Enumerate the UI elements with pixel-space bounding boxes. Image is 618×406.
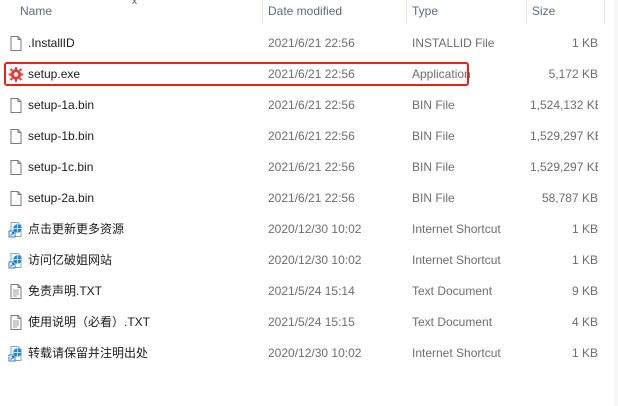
file-type: Text Document — [412, 284, 493, 298]
file-name: 访问亿破姐网站 — [28, 253, 113, 267]
file-date-modified: 2021/5/24 15:14 — [268, 284, 355, 298]
file-row[interactable]: setup-1c.bin 2021/6/21 22:56 BIN File 1,529… — [0, 152, 618, 183]
file-date-modified: 2020/12/30 10:02 — [268, 222, 362, 236]
column-header-size[interactable]: Size — [532, 0, 555, 24]
file-date-modified: 2021/6/21 22:56 — [268, 160, 355, 174]
file-row[interactable]: .InstallID 2021/6/21 22:56 INSTALLID File 1… — [0, 28, 618, 59]
file-name: setup-1c.bin — [28, 160, 94, 174]
file-type: BIN File — [412, 160, 455, 174]
file-date-modified: 2021/6/21 22:56 — [268, 36, 355, 50]
column-header-type[interactable]: Type — [412, 0, 438, 24]
file-name: 免责声明.TXT — [28, 284, 102, 298]
file-row[interactable]: 转载请保留并注明出处 2020/12/30 10:02 Internet Short… — [0, 338, 618, 369]
file-row[interactable]: 访问亿破姐网站 2020/12/30 10:02 Internet Shortcut… — [0, 245, 618, 276]
file-size: 1 KB — [571, 36, 598, 50]
column-header-date-modified[interactable]: Date modified — [268, 0, 342, 24]
file-date-modified: 2021/6/21 22:56 — [268, 129, 355, 143]
file-size: 5,172 KB — [548, 67, 598, 81]
file-row[interactable]: 点击更新更多资源 2020/12/30 10:02 Internet Shortcu… — [0, 214, 618, 245]
file-row[interactable]: 使用说明（必看）.TXT 2021/5/24 15:15 Text Document… — [0, 307, 618, 338]
file-type: BIN File — [412, 191, 455, 205]
file-size: 1,529,297 KB — [530, 129, 598, 143]
file-date-modified: 2021/6/21 22:56 — [268, 98, 355, 112]
document-icon — [8, 190, 24, 207]
sort-indicator-icon: x — [132, 0, 137, 7]
column-divider[interactable] — [526, 0, 527, 24]
vertical-scrollbar[interactable] — [614, 0, 618, 406]
column-divider[interactable] — [604, 0, 605, 24]
internet-shortcut-icon — [8, 252, 24, 269]
file-size: 4 KB — [571, 315, 598, 329]
file-size: 1,524,132 KB — [530, 98, 598, 112]
file-date-modified: 2021/6/21 22:56 — [268, 191, 355, 205]
file-row[interactable]: setup-2a.bin 2021/6/21 22:56 BIN File 58,78… — [0, 183, 618, 214]
file-date-modified: 2021/5/24 15:15 — [268, 315, 355, 329]
file-size: 1 KB — [571, 222, 598, 236]
document-icon — [8, 35, 24, 52]
file-type: Internet Shortcut — [412, 222, 501, 236]
document-icon — [8, 159, 24, 176]
file-row[interactable]: setup-1b.bin 2021/6/21 22:56 BIN File 1,529… — [0, 121, 618, 152]
file-size: 1 KB — [571, 346, 598, 360]
file-name: .InstallID — [28, 36, 75, 50]
file-name: setup-1b.bin — [28, 129, 95, 143]
column-header-row: Name x Date modified Type Size — [0, 0, 618, 24]
file-row[interactable]: 免责声明.TXT 2021/5/24 15:14 Text Document 9 KB — [0, 276, 618, 307]
file-date-modified: 2020/12/30 10:02 — [268, 346, 362, 360]
internet-shortcut-icon — [8, 345, 24, 362]
text-document-icon — [8, 283, 24, 300]
document-icon — [8, 97, 24, 114]
highlight-box — [4, 62, 469, 86]
file-size: 1 KB — [571, 253, 598, 267]
file-size: 1,529,297 KB — [530, 160, 598, 174]
file-size: 58,787 KB — [541, 191, 598, 205]
file-type: BIN File — [412, 129, 455, 143]
file-name: 使用说明（必看）.TXT — [28, 315, 150, 329]
file-date-modified: 2020/12/30 10:02 — [268, 253, 362, 267]
file-type: BIN File — [412, 98, 455, 112]
file-row[interactable]: setup-1a.bin 2021/6/21 22:56 BIN File 1,524… — [0, 90, 618, 121]
document-icon — [8, 128, 24, 145]
text-document-icon — [8, 314, 24, 331]
column-divider[interactable] — [406, 0, 407, 24]
file-name: setup-1a.bin — [28, 98, 95, 112]
column-divider[interactable] — [262, 0, 263, 24]
file-name: 转载请保留并注明出处 — [28, 346, 149, 360]
file-name: setup-2a.bin — [28, 191, 95, 205]
file-type: Internet Shortcut — [412, 346, 501, 360]
file-name: 点击更新更多资源 — [28, 222, 125, 236]
file-type: Internet Shortcut — [412, 253, 501, 267]
file-type: Text Document — [412, 315, 493, 329]
file-size: 9 KB — [571, 284, 598, 298]
file-type: INSTALLID File — [412, 36, 495, 50]
internet-shortcut-icon — [8, 221, 24, 238]
column-header-name[interactable]: Name — [20, 0, 52, 24]
